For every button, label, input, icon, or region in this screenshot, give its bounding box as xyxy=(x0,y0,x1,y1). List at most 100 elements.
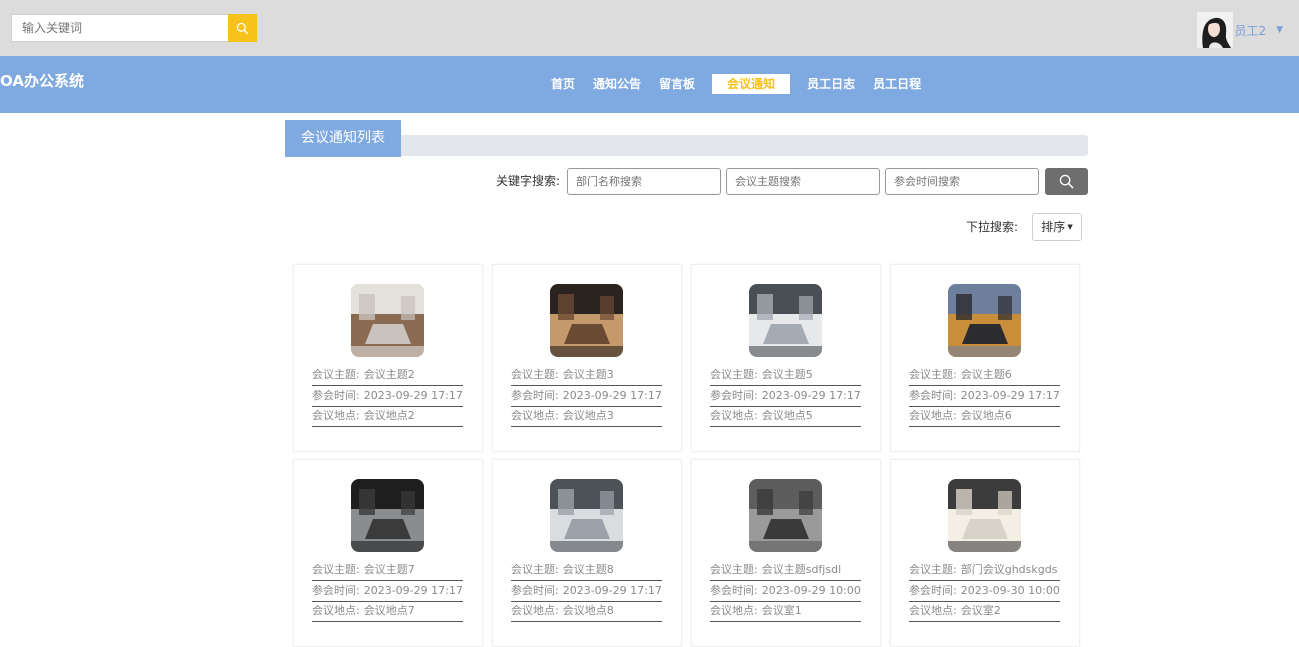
top-search-button[interactable] xyxy=(228,14,257,42)
meeting-topic-value: 会议主题8 xyxy=(562,563,614,576)
meeting-card[interactable]: 会议主题:会议主题sdfjsdl参会时间:2023-09-29 10:00:00… xyxy=(691,459,881,647)
nav-meeting-notices[interactable]: 会议通知 xyxy=(712,74,791,94)
meeting-place-row: 会议地点: 会议地点3 xyxy=(511,407,662,427)
meeting-topic-row: 会议主题: 会议主题3 xyxy=(511,366,662,386)
nav-staff-logs[interactable]: 员工日志 xyxy=(798,74,864,94)
meeting-time-label: 参会时间: xyxy=(312,584,360,597)
meeting-time-value: 2023-09-29 17:17:51 xyxy=(562,389,662,402)
meeting-time-row: 参会时间:2023-09-29 17:17:51 xyxy=(312,582,463,602)
meeting-time-value: 2023-09-30 10:00:00 xyxy=(960,584,1060,597)
meeting-room-image[interactable] xyxy=(948,479,1021,552)
meeting-time-value: 2023-09-29 17:17:51 xyxy=(761,389,861,402)
avatar-portrait-icon xyxy=(1197,12,1234,48)
meeting-room-image[interactable] xyxy=(550,479,623,552)
keyword-search-label: 关键字搜索: xyxy=(496,174,561,188)
meeting-place-label: 会议地点: xyxy=(909,604,957,617)
meeting-place-row: 会议地点: 会议地点7 xyxy=(312,602,463,622)
meeting-place-value: 会议室2 xyxy=(960,604,1001,617)
dept-search-input[interactable] xyxy=(567,168,721,195)
meeting-room-image[interactable] xyxy=(749,479,822,552)
meeting-room-image[interactable] xyxy=(749,284,822,357)
top-bar: 员工2 ▼ xyxy=(0,0,1299,56)
meeting-topic-value: 会议主题5 xyxy=(761,368,813,381)
meeting-time-row: 参会时间:2023-09-29 17:17:51 xyxy=(909,387,1060,407)
meeting-place-label: 会议地点: xyxy=(312,409,360,422)
meeting-topic-row: 会议主题: 会议主题7 xyxy=(312,561,463,581)
meeting-room-image[interactable] xyxy=(948,284,1021,357)
meeting-place-value: 会议地点3 xyxy=(562,409,614,422)
meeting-topic-label: 会议主题: xyxy=(909,563,957,576)
meeting-place-row: 会议地点: 会议地点6 xyxy=(909,407,1060,427)
meeting-place-label: 会议地点: xyxy=(710,604,758,617)
meeting-card[interactable]: 会议主题:会议主题3参会时间:2023-09-29 17:17:51会议地点:会… xyxy=(492,264,682,452)
meeting-topic-row: 会议主题: 部门会议ghdskgds xyxy=(909,561,1060,581)
meeting-room-image[interactable] xyxy=(550,284,623,357)
user-name[interactable]: 员工2 xyxy=(1234,22,1266,39)
meeting-place-value: 会议地点5 xyxy=(761,409,813,422)
meeting-time-value: 2023-09-29 17:17:51 xyxy=(960,389,1060,402)
meeting-card[interactable]: 会议主题:会议主题7参会时间:2023-09-29 17:17:51会议地点:会… xyxy=(293,459,483,647)
meeting-room-image[interactable] xyxy=(351,479,424,552)
nav-message-board[interactable]: 留言板 xyxy=(650,74,704,94)
avatar[interactable] xyxy=(1197,12,1234,48)
meeting-time-row: 参会时间:2023-09-29 17:17:51 xyxy=(710,387,861,407)
meeting-place-value: 会议地点8 xyxy=(562,604,614,617)
nav-staff-schedule[interactable]: 员工日程 xyxy=(864,74,930,94)
sort-dropdown-label: 排序 xyxy=(1041,220,1066,234)
search-button[interactable] xyxy=(1045,168,1088,195)
meeting-time-row: 参会时间:2023-09-29 10:00:00 xyxy=(710,582,861,602)
meeting-time-row: 参会时间:2023-09-30 10:00:00 xyxy=(909,582,1060,602)
chevron-down-icon[interactable]: ▼ xyxy=(1276,25,1283,35)
meeting-time-label: 参会时间: xyxy=(511,584,559,597)
meeting-topic-row: 会议主题: 会议主题2 xyxy=(312,366,463,386)
topic-search-input[interactable] xyxy=(726,168,880,195)
user-menu[interactable]: 员工2 ▼ xyxy=(1197,12,1283,48)
meeting-time-value: 2023-09-29 10:00:00 xyxy=(761,584,861,597)
meeting-place-value: 会议地点2 xyxy=(363,409,415,422)
meeting-place-row: 会议地点: 会议地点5 xyxy=(710,407,861,427)
main-nav: 首页 通知公告 留言板 会议通知 员工日志 员工日程 xyxy=(542,74,930,94)
meeting-time-row: 参会时间:2023-09-29 17:17:51 xyxy=(312,387,463,407)
meeting-place-row: 会议地点: 会议地点2 xyxy=(312,407,463,427)
meeting-topic-label: 会议主题: xyxy=(312,563,360,576)
meeting-time-label: 参会时间: xyxy=(511,389,559,402)
meeting-card[interactable]: 会议主题:会议主题6参会时间:2023-09-29 17:17:51会议地点:会… xyxy=(890,264,1080,452)
meeting-time-label: 参会时间: xyxy=(710,584,758,597)
search-icon xyxy=(236,22,249,34)
meeting-topic-row: 会议主题: 会议主题5 xyxy=(710,366,861,386)
meeting-card[interactable]: 会议主题:部门会议ghdskgds参会时间:2023-09-30 10:00:0… xyxy=(890,459,1080,647)
meeting-place-row: 会议地点: 会议地点8 xyxy=(511,602,662,622)
top-search-input[interactable] xyxy=(11,14,229,42)
dropdown-search-label: 下拉搜索: xyxy=(966,220,1019,234)
meeting-card[interactable]: 会议主题:会议主题8参会时间:2023-09-29 17:17:51会议地点:会… xyxy=(492,459,682,647)
meeting-topic-row: 会议主题: 会议主题6 xyxy=(909,366,1060,386)
meeting-topic-row: 会议主题: 会议主题8 xyxy=(511,561,662,581)
meeting-place-label: 会议地点: xyxy=(511,604,559,617)
meeting-place-label: 会议地点: xyxy=(710,409,758,422)
nav-notices[interactable]: 通知公告 xyxy=(584,74,650,94)
meeting-topic-label: 会议主题: xyxy=(511,563,559,576)
meeting-time-row: 参会时间:2023-09-29 17:17:51 xyxy=(511,387,662,407)
meeting-time-value: 2023-09-29 17:17:51 xyxy=(363,584,463,597)
meeting-time-label: 参会时间: xyxy=(909,389,957,402)
meeting-room-image[interactable] xyxy=(351,284,424,357)
meeting-topic-value: 会议主题2 xyxy=(363,368,415,381)
meeting-time-value: 2023-09-29 17:17:51 xyxy=(562,584,662,597)
meeting-place-value: 会议地点6 xyxy=(960,409,1012,422)
meeting-time-row: 参会时间:2023-09-29 17:17:51 xyxy=(511,582,662,602)
meeting-place-label: 会议地点: xyxy=(909,409,957,422)
meeting-topic-label: 会议主题: xyxy=(909,368,957,381)
search-icon xyxy=(1059,174,1074,189)
nav-home[interactable]: 首页 xyxy=(542,74,584,94)
meeting-topic-label: 会议主题: xyxy=(710,368,758,381)
meeting-card[interactable]: 会议主题:会议主题5参会时间:2023-09-29 17:17:51会议地点:会… xyxy=(691,264,881,452)
time-search-input[interactable] xyxy=(885,168,1039,195)
meeting-card[interactable]: 会议主题:会议主题2参会时间:2023-09-29 17:17:51会议地点:会… xyxy=(293,264,483,452)
meeting-place-row: 会议地点: 会议室1 xyxy=(710,602,861,622)
meeting-place-value: 会议室1 xyxy=(761,604,802,617)
meeting-place-label: 会议地点: xyxy=(312,604,360,617)
sort-dropdown[interactable]: 排序 ▼ xyxy=(1032,213,1082,241)
meeting-place-label: 会议地点: xyxy=(511,409,559,422)
meeting-time-label: 参会时间: xyxy=(909,584,957,597)
meeting-time-label: 参会时间: xyxy=(710,389,758,402)
